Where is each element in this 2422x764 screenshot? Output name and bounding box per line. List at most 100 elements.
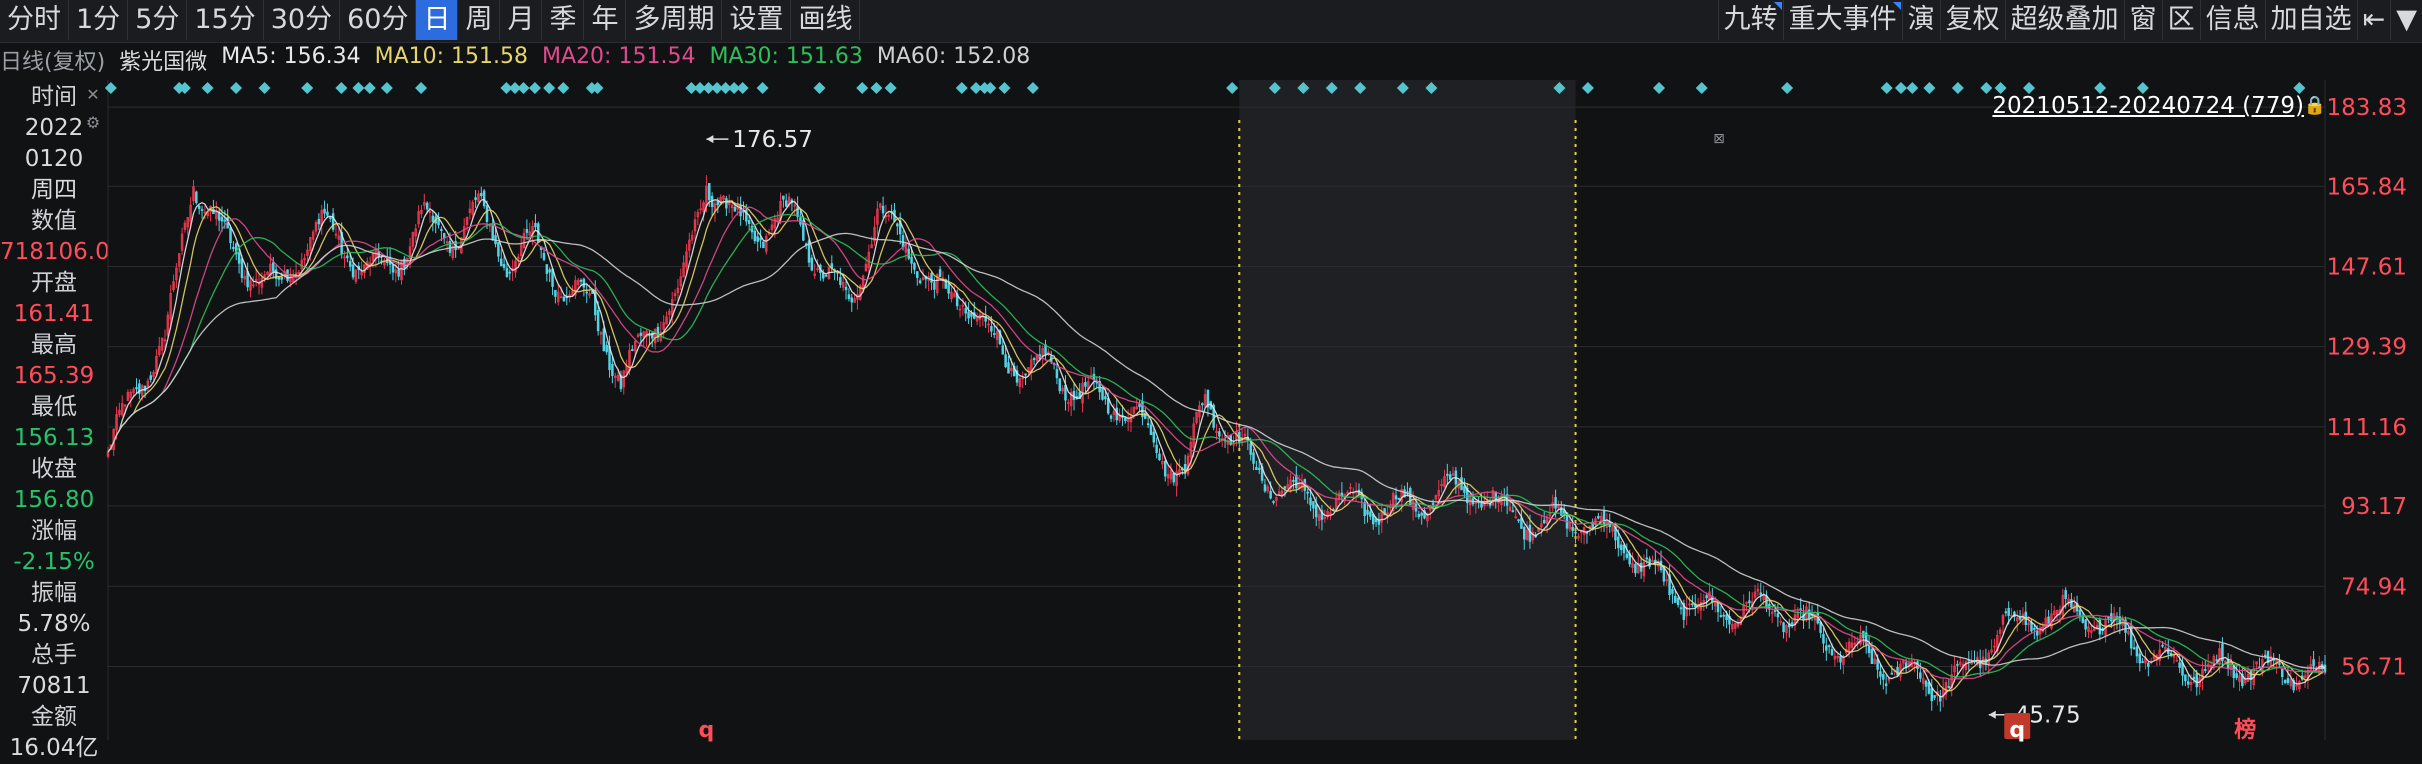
delete-range-icon[interactable]: ⊠ [1708,128,1730,150]
candle-body [502,263,506,268]
candle-body [1249,443,1252,455]
candle-body [232,246,235,250]
candle-body [1924,680,1928,687]
candle-body [1870,649,1874,664]
candle-body [762,241,765,249]
candle-body [824,274,828,277]
event-marker [813,82,826,94]
candle-body [480,192,483,197]
bottom-marker: 榜 [2234,717,2256,743]
candle-body [850,297,854,303]
candle-body [1876,659,1879,670]
candle-body [326,211,329,216]
candle-body [2263,654,2267,657]
ma-line-ma60 [107,232,2326,670]
candle-body [1542,519,1546,524]
candle-body [2070,599,2073,608]
close-icon[interactable]: ✕ [82,84,104,106]
candle-body [2035,630,2039,636]
candle-body [1884,683,1888,686]
candle-body [933,282,936,290]
candle-body [482,190,486,207]
ma-line-ma30 [107,213,2326,678]
date-range-label[interactable]: 20210512-20240724 (779) [1992,93,2304,119]
candle-body [881,205,885,214]
candle-body [1773,610,1777,613]
candle-body [1055,369,1059,379]
candle-body [756,236,759,242]
candle-body [1528,524,1532,542]
candle-body [1149,424,1153,435]
event-marker [1026,82,1039,94]
event-marker [955,82,968,94]
candle-body [585,291,588,294]
candle-body [1263,484,1267,492]
lock-icon[interactable]: 🔒 [2304,95,2326,116]
gear-icon[interactable]: ⚙ [82,112,104,134]
candle-body [200,209,204,211]
event-marker [335,82,348,94]
candle-body [331,213,335,230]
candle-body [1394,495,1398,500]
candle-body [1571,526,1574,531]
candle-body [497,242,500,257]
candle-body [1782,622,1785,633]
candle-body [499,258,503,267]
candle-body [554,289,557,297]
candle-body [1463,486,1466,493]
candle-body [2281,668,2284,678]
candle-body [2084,619,2087,630]
candle-body [1106,398,1110,414]
candle-body [1554,497,1557,509]
candle-body [1896,667,1899,676]
event-marker [363,82,376,94]
candle-body [2215,659,2218,662]
event-marker [543,82,556,94]
candle-body [596,310,600,332]
candle-body [323,208,326,214]
candle-body [272,262,275,272]
candle-body [918,280,922,284]
event-marker [756,82,769,94]
candle-body [397,269,400,277]
candle-body [810,257,814,271]
event-marker [1581,82,1594,94]
event-marker [1906,82,1919,94]
event-marker [1226,82,1239,94]
candle-body [784,200,788,207]
candle-body [910,256,913,264]
candle-body [2081,617,2085,623]
candle-body [1084,381,1087,387]
candle-body [2147,662,2150,667]
candle-body [1158,453,1161,461]
candle-body [2078,609,2082,617]
candle-body [197,205,201,209]
y-tick-label: 183.83 [2327,95,2407,121]
candle-body [440,228,443,231]
event-marker [201,82,214,94]
candle-body [1431,503,1435,505]
candle-body [391,264,395,273]
candle-body [1024,373,1027,376]
candle-body [1827,645,1831,648]
event-marker [884,82,897,94]
candle-body [821,273,825,279]
candle-body [1309,497,1312,506]
event-marker [557,82,570,94]
event-marker [528,82,541,94]
candle-body [1306,491,1309,494]
candle-body [1397,497,1401,500]
candle-body [1625,553,1629,558]
candle-body [2232,665,2236,679]
candle-body [534,222,537,228]
candle-body [1004,354,1007,368]
candle-body [351,264,355,278]
candle-body [548,269,551,273]
event-marker [1980,82,1993,94]
ma-line-ma10 [107,200,2326,692]
candle-body [747,220,751,224]
candle-body [1790,622,1794,625]
y-tick-label: 129.39 [2327,335,2407,361]
candle-body [1933,695,1936,698]
candle-body [1759,592,1763,596]
